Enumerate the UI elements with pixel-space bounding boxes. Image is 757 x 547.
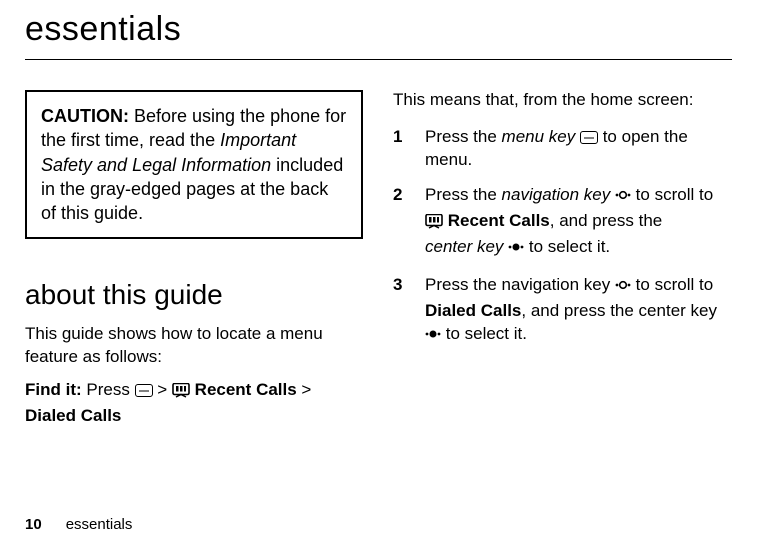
txt: Press the xyxy=(425,185,502,204)
right-intro: This means that, from the home screen: xyxy=(393,90,731,110)
navigation-key-icon xyxy=(615,277,631,300)
footer-section: essentials xyxy=(66,516,133,533)
title-rule xyxy=(25,59,732,60)
recent-calls-icon xyxy=(172,382,190,405)
item-text: Press the menu key to open the menu. xyxy=(425,126,731,172)
left-column: CAUTION: Before using the phone for the … xyxy=(25,90,363,428)
recent-calls-icon xyxy=(425,213,443,236)
content-columns: CAUTION: Before using the phone for the … xyxy=(25,90,732,428)
intro-text: This guide shows how to locate a menu fe… xyxy=(25,323,363,369)
txt: to select it. xyxy=(441,324,527,343)
item-text: Press the navigation key to scroll to Di… xyxy=(425,274,731,349)
txt: to scroll to xyxy=(631,185,713,204)
list-item: 2 Press the navigation key to scroll to … xyxy=(393,184,731,262)
txt-italic: center key xyxy=(425,237,508,256)
menu-key-icon xyxy=(580,131,598,144)
list-item: 1 Press the menu key to open the menu. xyxy=(393,126,731,172)
findit-line: Find it: Press > Recent Calls > Dialed C… xyxy=(25,379,363,428)
item-number: 3 xyxy=(393,274,425,349)
txt: to scroll to xyxy=(631,275,713,294)
txt: Press the xyxy=(425,127,502,146)
txt-bold: Recent Calls xyxy=(443,211,550,230)
page-title: essentials xyxy=(25,10,732,49)
txt: , and press the center key xyxy=(521,301,717,320)
page-footer: 10 essentials xyxy=(25,516,132,533)
txt-italic: navigation key xyxy=(502,185,615,204)
numbered-list: 1 Press the menu key to open the menu. 2… xyxy=(393,126,731,349)
txt-bold: Dialed Calls xyxy=(425,301,521,320)
menu-key-icon xyxy=(135,384,153,397)
txt: , and press the xyxy=(550,211,662,230)
center-key-icon xyxy=(425,326,441,349)
item-number: 2 xyxy=(393,184,425,262)
center-key-icon xyxy=(508,239,524,262)
findit-label: Find it: xyxy=(25,380,82,399)
findit-recent-calls: Recent Calls xyxy=(190,380,297,399)
caution-box: CAUTION: Before using the phone for the … xyxy=(25,90,363,239)
item-text: Press the navigation key to scroll to Re… xyxy=(425,184,731,262)
subheading-about: about this guide xyxy=(25,279,363,311)
page-number: 10 xyxy=(25,516,42,533)
txt: Press the navigation key xyxy=(425,275,615,294)
navigation-key-icon xyxy=(615,187,631,210)
right-column: This means that, from the home screen: 1… xyxy=(393,90,731,428)
caution-label: CAUTION: xyxy=(41,106,129,126)
txt: to select it. xyxy=(524,237,610,256)
findit-dialed-calls: Dialed Calls xyxy=(25,406,121,425)
findit-press: Press xyxy=(82,380,135,399)
item-number: 1 xyxy=(393,126,425,172)
findit-sep1: > xyxy=(153,380,172,399)
list-item: 3 Press the navigation key to scroll to … xyxy=(393,274,731,349)
txt-italic: menu key xyxy=(502,127,580,146)
findit-sep2: > xyxy=(297,380,312,399)
